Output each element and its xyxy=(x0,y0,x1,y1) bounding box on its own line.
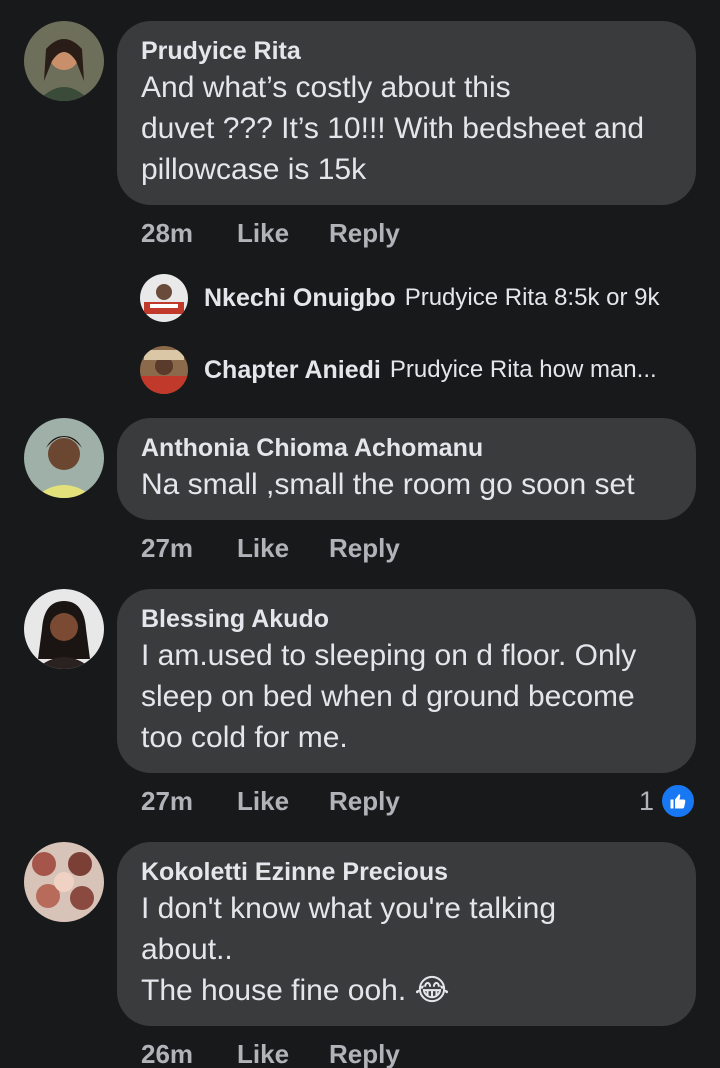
comment-bubble: Anthonia Chioma Achomanu Na small ,small… xyxy=(117,418,696,520)
like-button[interactable]: Like xyxy=(237,786,329,817)
avatar[interactable] xyxy=(140,274,188,322)
avatar[interactable] xyxy=(24,589,104,669)
comments-thread: Prudyice Rita And what’s costly about th… xyxy=(0,0,720,1068)
reply-button[interactable]: Reply xyxy=(329,218,400,249)
reply-preview[interactable]: Nkechi Onuigbo Prudyice Rita 8:5k or 9k xyxy=(140,274,659,322)
comment-actions: 27m Like Reply xyxy=(141,786,400,817)
reply-button[interactable]: Reply xyxy=(329,533,400,564)
comment-time[interactable]: 28m xyxy=(141,218,237,249)
comment-bubble: Blessing Akudo I am.used to sleeping on … xyxy=(117,589,696,773)
comment-author[interactable]: Blessing Akudo xyxy=(141,603,670,635)
comment-actions: 27m Like Reply xyxy=(141,533,400,564)
comment-time[interactable]: 26m xyxy=(141,1039,237,1068)
avatar[interactable] xyxy=(24,21,104,101)
reply-text: Prudyice Rita 8:5k or 9k xyxy=(404,284,660,311)
like-button[interactable]: Like xyxy=(237,1039,329,1068)
reaction-count: 1 xyxy=(638,785,654,816)
reply-author[interactable]: Nkechi Onuigbo xyxy=(204,284,396,313)
comment-actions: 28m Like Reply xyxy=(141,218,400,249)
comment-time[interactable]: 27m xyxy=(141,533,237,564)
avatar[interactable] xyxy=(24,418,104,498)
comment-text-body: I don't know what you're talking about..… xyxy=(141,892,557,1007)
reply-text: Prudyice Rita how man... xyxy=(389,356,657,383)
comment-time[interactable]: 27m xyxy=(141,786,237,817)
reply-author[interactable]: Chapter Aniedi xyxy=(204,356,381,385)
comment-text: I am.used to sleeping on d floor. Only s… xyxy=(141,639,637,754)
reply-button[interactable]: Reply xyxy=(329,1039,400,1068)
thumbs-up-icon xyxy=(660,783,696,819)
comment-author[interactable]: Anthonia Chioma Achomanu xyxy=(141,432,670,464)
reply-button[interactable]: Reply xyxy=(329,786,400,817)
comment-actions: 26m Like Reply xyxy=(141,1039,400,1068)
comment-text: Na small ,small the room go soon set xyxy=(141,468,635,501)
reaction-summary[interactable]: 1 xyxy=(639,783,696,819)
avatar[interactable] xyxy=(140,346,188,394)
reply-preview[interactable]: Chapter Aniedi Prudyice Rita how man... xyxy=(140,346,657,394)
comment-text: And what’s costly about this duvet ??? I… xyxy=(141,71,645,186)
comment-text: I don't know what you're talking about..… xyxy=(141,888,670,1011)
like-button[interactable]: Like xyxy=(237,218,329,249)
comment-author[interactable]: Kokoletti Ezinne Precious xyxy=(141,856,670,888)
comment-bubble: Kokoletti Ezinne Precious I don't know w… xyxy=(117,842,696,1026)
like-button[interactable]: Like xyxy=(237,533,329,564)
avatar[interactable] xyxy=(24,842,104,922)
laughing-tears-icon: 😂 xyxy=(414,974,450,1007)
comment-author[interactable]: Prudyice Rita xyxy=(141,35,670,67)
comment-bubble: Prudyice Rita And what’s costly about th… xyxy=(117,21,696,205)
